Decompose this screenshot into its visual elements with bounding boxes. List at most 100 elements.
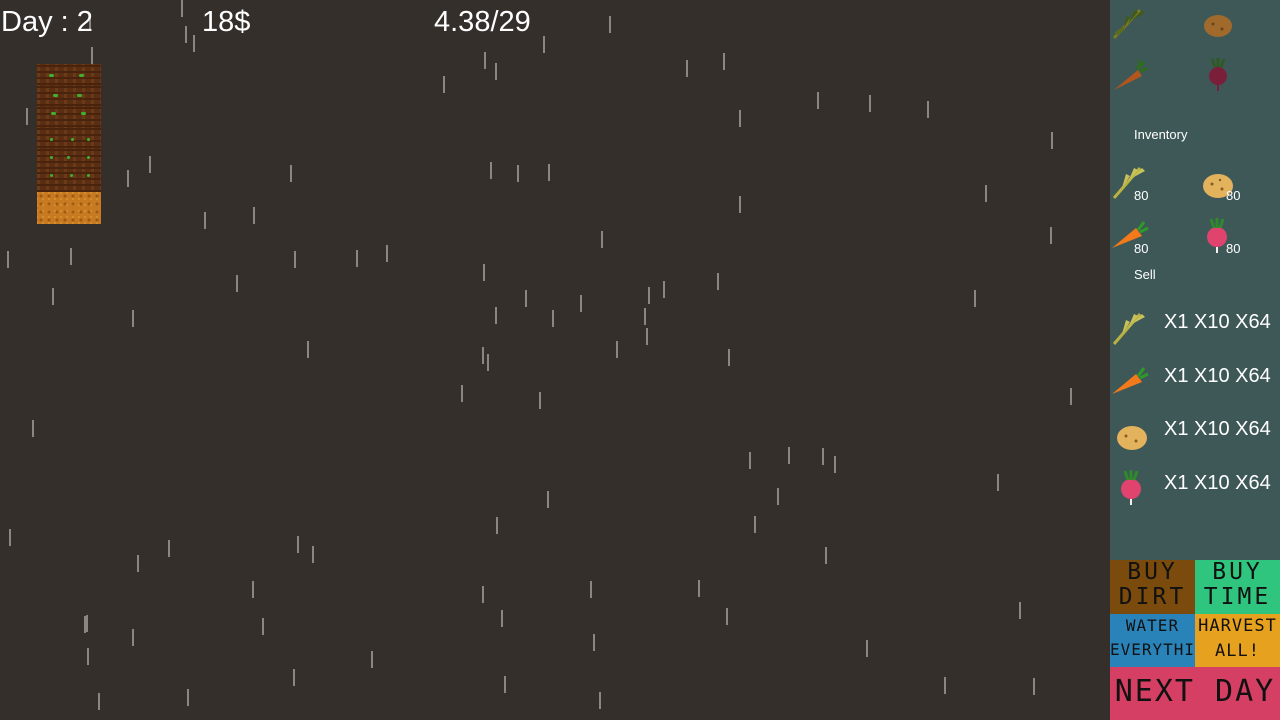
planted-tile[interactable] [37,64,101,86]
raindrop [98,693,100,710]
raindrop [204,212,206,229]
planted-tile[interactable] [37,148,101,170]
raindrop [985,185,987,202]
sprout-icon [67,156,70,159]
raindrop [749,452,751,469]
raindrop [482,347,484,364]
carrot-count: 80 [1134,241,1149,256]
raindrop [616,341,618,358]
sprout-icon [77,94,82,97]
planted-tile[interactable] [37,106,101,128]
sprout-icon [70,174,73,177]
raindrop [866,640,868,657]
water-everything-label: WATER EVERYTHING [1110,616,1195,659]
raindrop [127,170,129,187]
sprout-icon [50,156,53,159]
potato-icon[interactable] [1198,4,1238,44]
dirt-tile[interactable] [37,192,101,224]
potato-icon [1117,426,1147,450]
potato-count: 80 [1226,188,1241,203]
carrot-icon[interactable] [1110,54,1150,94]
harvest-all-label: HARVEST ALL! [1198,616,1277,661]
raindrop [754,516,756,533]
sprout-icon [50,138,53,141]
raindrop [1051,132,1053,149]
raindrop [525,290,527,307]
sell-radish-options[interactable]: X1 X10 X64 [1164,472,1271,495]
harvest-all-button[interactable]: HARVEST ALL! [1195,614,1280,667]
raindrop [290,165,292,182]
raindrop [539,392,541,409]
raindrop [484,52,486,69]
radish-icon [1121,470,1141,505]
planted-tile[interactable] [37,127,101,149]
raindrop [504,676,506,693]
raindrop [87,648,89,665]
raindrop [70,248,72,265]
sell-wheat-options[interactable]: X1 X10 X64 [1164,311,1271,334]
raindrop [86,615,88,632]
raindrop [726,608,728,625]
sprout-icon [87,156,90,159]
planted-tile[interactable] [37,169,101,193]
raindrop [371,651,373,668]
raindrop [825,547,827,564]
raindrop [307,341,309,358]
raindrop [590,581,592,598]
planted-tile[interactable] [37,85,101,107]
raindrop [253,207,255,224]
raindrop [52,288,54,305]
raindrop [648,287,650,304]
raindrop [552,310,554,327]
raindrop [548,164,550,181]
raindrop [193,35,195,52]
raindrop [834,456,836,473]
sprout-icon [79,74,84,77]
raindrop [1050,227,1052,244]
water-everything-button[interactable]: WATER EVERYTHING [1110,614,1195,667]
raindrop [9,529,11,546]
raindrop [487,354,489,371]
raindrop [599,692,601,709]
raindrop [788,447,790,464]
raindrop [777,488,779,505]
next-day-button[interactable]: NEXT DAY [1110,667,1280,720]
buy-time-button[interactable]: BUY TIME [1195,560,1280,614]
raindrop [728,349,730,366]
raindrop [869,95,871,112]
raindrop [294,251,296,268]
raindrop [501,610,503,627]
raindrop [698,580,700,597]
buy-dirt-label: BUY DIRT [1118,560,1187,610]
raindrop [236,275,238,292]
raindrop [461,385,463,402]
raindrop [1070,388,1072,405]
sell-potato-options[interactable]: X1 X10 X64 [1164,418,1271,441]
raindrop [723,53,725,70]
raindrop [26,108,28,125]
farm-plot[interactable] [37,64,101,224]
raindrop [547,491,549,508]
raindrop [646,328,648,345]
raindrop [32,420,34,437]
sprout-icon [81,112,86,115]
raindrop [822,448,824,465]
money-counter: 18$ [202,6,251,38]
raindrop [490,162,492,179]
raindrop [91,47,93,64]
buy-dirt-button[interactable]: BUY DIRT [1110,560,1195,614]
farm-field[interactable]: Day : 2 18$ 4.38/29 [0,0,1110,720]
wheat-icon[interactable] [1110,0,1150,40]
raindrop [84,616,86,633]
raindrop [482,586,484,603]
sell-carrot-options[interactable]: X1 X10 X64 [1164,365,1271,388]
beet-icon[interactable] [1198,54,1238,94]
time-counter: 4.38/29 [434,6,531,38]
raindrop [132,310,134,327]
raindrop [717,273,719,290]
carrot-icon [1112,367,1149,394]
raindrop [997,474,999,491]
raindrop [443,76,445,93]
raindrop [974,290,976,307]
raindrop [185,26,187,43]
